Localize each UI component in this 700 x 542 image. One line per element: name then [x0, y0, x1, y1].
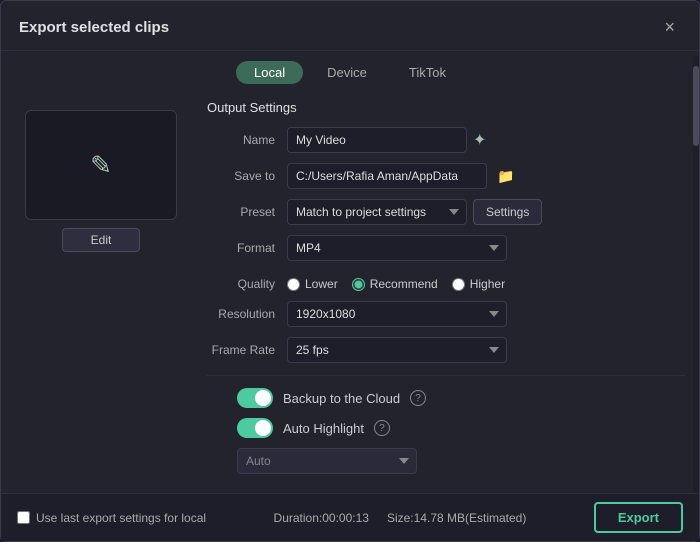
quality-control: Lower Recommend Higher	[287, 277, 685, 291]
quality-recommend-label: Recommend	[370, 277, 438, 291]
tab-device[interactable]: Device	[309, 61, 385, 84]
resolution-select[interactable]: 1920x1080	[287, 301, 507, 327]
export-dialog: Export selected clips × Local Device Tik…	[0, 0, 700, 542]
quality-lower-option[interactable]: Lower	[287, 277, 338, 291]
footer-center: Duration:00:00:13 Size:14.78 MB(Estimate…	[274, 511, 527, 525]
preset-row: Preset Match to project settings Setting…	[207, 199, 685, 225]
dialog-header: Export selected clips ×	[1, 1, 699, 51]
format-row: Format MP4	[207, 235, 685, 261]
save-to-row: Save to 📁	[207, 163, 685, 189]
auto-select[interactable]: Auto	[237, 448, 417, 474]
quality-options: Lower Recommend Higher	[287, 277, 685, 291]
close-button[interactable]: ×	[658, 15, 681, 40]
dialog-footer: Use last export settings for local Durat…	[1, 493, 699, 541]
framerate-label: Frame Rate	[207, 343, 287, 357]
footer-left: Use last export settings for local	[17, 511, 206, 525]
preview-panel: ✎ Edit	[1, 100, 201, 493]
ai-icon[interactable]: ✦	[473, 130, 486, 150]
auto-select-wrap: Auto	[207, 448, 685, 474]
name-control: ✦	[287, 127, 685, 153]
quality-higher-label: Higher	[470, 277, 505, 291]
tabs-row: Local Device TikTok	[1, 51, 699, 90]
name-label: Name	[207, 133, 287, 147]
tab-local[interactable]: Local	[236, 61, 303, 84]
scrollbar-track	[693, 90, 699, 493]
pencil-icon: ✎	[90, 150, 112, 181]
quality-label: Quality	[207, 277, 287, 291]
resolution-label: Resolution	[207, 307, 287, 321]
format-label: Format	[207, 241, 287, 255]
quality-recommend-radio[interactable]	[352, 278, 365, 291]
divider-1	[207, 375, 685, 376]
preset-label: Preset	[207, 205, 287, 219]
settings-button[interactable]: Settings	[473, 199, 542, 225]
quality-recommend-option[interactable]: Recommend	[352, 277, 438, 291]
scrollbar-thumb[interactable]	[693, 90, 699, 146]
backup-cloud-help-icon[interactable]: ?	[410, 390, 426, 406]
backup-cloud-row: Backup to the Cloud ?	[207, 388, 685, 408]
backup-cloud-label: Backup to the Cloud	[283, 391, 400, 406]
format-select[interactable]: MP4	[287, 235, 507, 261]
dialog-title: Export selected clips	[19, 19, 169, 36]
framerate-select[interactable]: 25 fps	[287, 337, 507, 363]
save-to-control: 📁	[287, 163, 685, 189]
folder-icon[interactable]: 📁	[497, 168, 514, 185]
auto-highlight-toggle[interactable]	[237, 418, 273, 438]
edit-button[interactable]: Edit	[62, 228, 141, 252]
quality-lower-radio[interactable]	[287, 278, 300, 291]
name-row: Name ✦	[207, 127, 685, 153]
quality-lower-label: Lower	[305, 277, 338, 291]
auto-highlight-row: Auto Highlight ?	[207, 418, 685, 438]
preset-control: Match to project settings Settings	[287, 199, 685, 225]
use-last-settings-checkbox[interactable]	[17, 511, 30, 524]
framerate-control: 25 fps	[287, 337, 685, 363]
preset-select[interactable]: Match to project settings	[287, 199, 467, 225]
output-settings-title: Output Settings	[207, 100, 685, 115]
resolution-row: Resolution 1920x1080	[207, 301, 685, 327]
dialog-body: ✎ Edit Output Settings Name ✦ Save to 📁	[1, 90, 699, 493]
preview-thumbnail: ✎	[25, 110, 177, 220]
auto-highlight-help-icon[interactable]: ?	[374, 420, 390, 436]
name-input[interactable]	[287, 127, 467, 153]
tab-tiktok[interactable]: TikTok	[391, 61, 464, 84]
save-to-input[interactable]	[287, 163, 487, 189]
use-last-settings-text: Use last export settings for local	[36, 511, 206, 525]
backup-cloud-toggle[interactable]	[237, 388, 273, 408]
size-label: Size:14.78 MB(Estimated)	[387, 511, 526, 525]
quality-higher-radio[interactable]	[452, 278, 465, 291]
use-last-settings-label[interactable]: Use last export settings for local	[17, 511, 206, 525]
resolution-control: 1920x1080	[287, 301, 685, 327]
auto-highlight-label: Auto Highlight	[283, 421, 364, 436]
quality-row: Quality Lower Recommend High	[207, 277, 685, 291]
framerate-row: Frame Rate 25 fps	[207, 337, 685, 363]
format-control: MP4	[287, 235, 685, 261]
export-button[interactable]: Export	[594, 502, 683, 533]
save-to-label: Save to	[207, 169, 287, 183]
duration-label: Duration:00:00:13	[274, 511, 369, 525]
quality-higher-option[interactable]: Higher	[452, 277, 505, 291]
settings-panel: Output Settings Name ✦ Save to 📁 Prese	[201, 100, 699, 493]
